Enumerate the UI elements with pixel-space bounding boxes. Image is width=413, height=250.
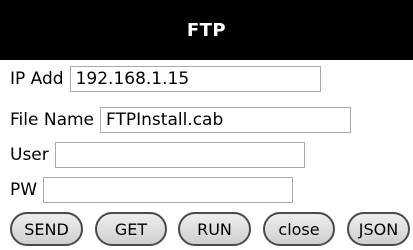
action-buttons: SEND GET RUN close JSON bbox=[10, 212, 410, 246]
password-row: PW bbox=[10, 176, 294, 204]
send-button[interactable]: SEND bbox=[10, 212, 83, 246]
file-name-label: File Name bbox=[10, 110, 95, 130]
ip-address-row: IP Add 192.168.1.15 bbox=[10, 65, 321, 93]
title-bar: FTP bbox=[0, 0, 413, 60]
json-button[interactable]: JSON bbox=[347, 212, 410, 246]
ip-address-label: IP Add bbox=[10, 69, 64, 89]
close-button[interactable]: close bbox=[263, 212, 335, 246]
ip-address-input[interactable]: 192.168.1.15 bbox=[69, 66, 321, 92]
password-input[interactable] bbox=[43, 177, 294, 203]
file-name-row: File Name FTPInstall.cab bbox=[10, 106, 352, 134]
password-label: PW bbox=[10, 180, 38, 200]
page-title: FTP bbox=[186, 19, 227, 41]
user-input[interactable] bbox=[54, 142, 305, 168]
file-name-input[interactable]: FTPInstall.cab bbox=[100, 107, 352, 133]
user-label: User bbox=[10, 145, 49, 165]
run-button[interactable]: RUN bbox=[178, 212, 251, 246]
user-row: User bbox=[10, 141, 305, 169]
get-button[interactable]: GET bbox=[95, 212, 167, 246]
